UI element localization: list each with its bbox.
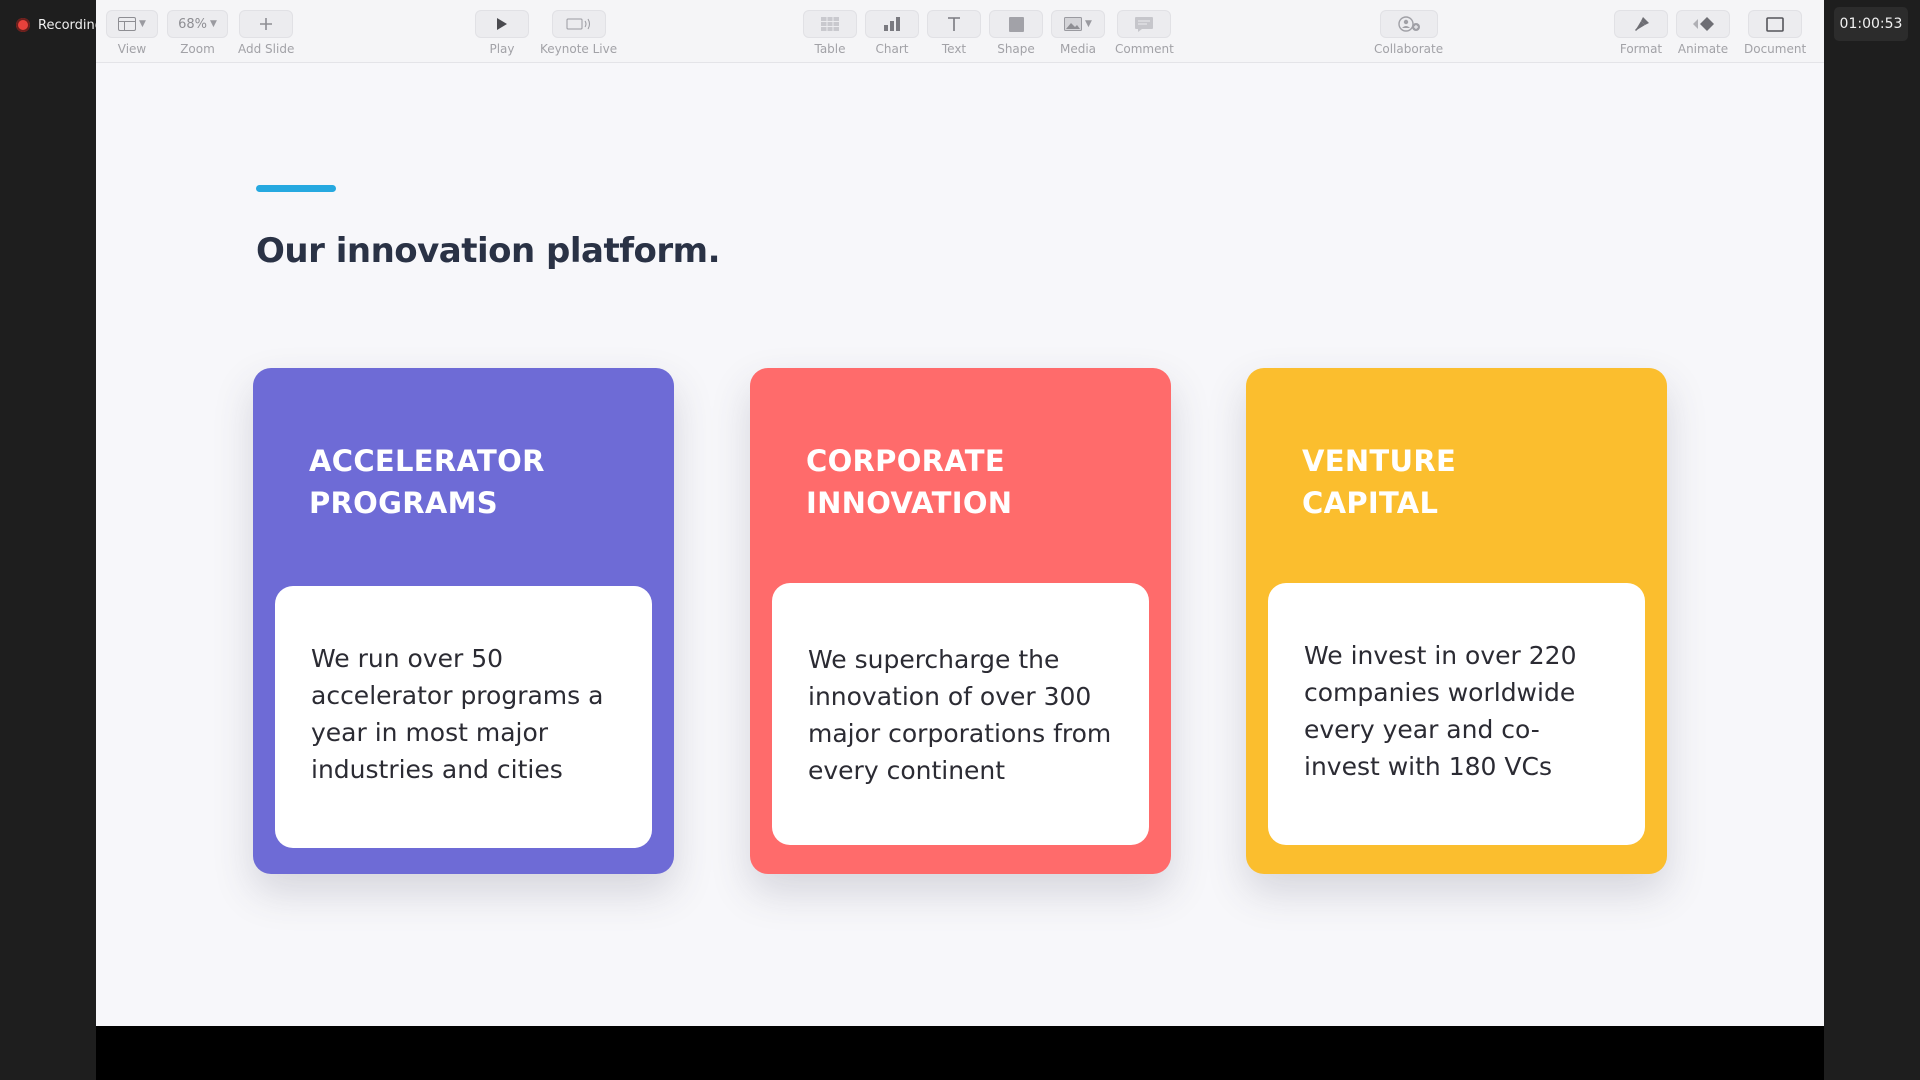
card-title-line-2: CAPITAL (1302, 486, 1439, 520)
play-label: Play (489, 42, 515, 56)
card-title-line-1: ACCELERATOR (309, 444, 545, 478)
animate-button[interactable]: Animate (1676, 10, 1730, 56)
zoom-label: Zoom (180, 42, 215, 56)
chevron-down-icon: ▼ (1085, 19, 1092, 29)
table-icon (821, 17, 839, 31)
card-body: We supercharge the innovation of over 30… (772, 583, 1149, 845)
image-icon (1064, 17, 1083, 31)
play-button[interactable]: Play (475, 10, 529, 56)
chevron-down-icon: ▼ (209, 19, 217, 29)
format-label: Format (1619, 42, 1663, 56)
document-button[interactable]: Document (1744, 10, 1806, 56)
keynote-live-label: Keynote Live (540, 42, 618, 56)
shape-label: Shape (997, 42, 1035, 56)
zoom-value: 68% (178, 16, 207, 32)
card-accelerator-programs[interactable]: ACCELERATOR PROGRAMS We run over 50 acce… (253, 368, 674, 874)
toolbar: ▼ View 68% ▼ Zoom Add Slide Play Keynote… (96, 0, 1824, 63)
square-shape-icon (1008, 16, 1024, 32)
media-button[interactable]: ▼ Media (1051, 10, 1105, 56)
text-label: Text (941, 42, 967, 56)
keynote-window: ▼ View 68% ▼ Zoom Add Slide Play Keynote… (96, 0, 1824, 1026)
recording-indicator[interactable]: Recording (0, 0, 96, 50)
collaborate-person-plus-icon (1397, 16, 1421, 32)
chart-button[interactable]: Chart (865, 10, 919, 56)
card-body: We invest in over 220 companies worldwid… (1268, 583, 1645, 845)
table-button[interactable]: Table (803, 10, 857, 56)
play-icon (496, 17, 508, 31)
slide-canvas[interactable]: Our innovation platform. ACCELERATOR PRO… (96, 63, 1824, 1026)
slide-title: Our innovation platform. (256, 231, 721, 271)
diamond-animate-icon (1692, 17, 1714, 31)
card-title: VENTURE CAPITAL (1302, 440, 1632, 524)
document-label: Document (1744, 42, 1807, 56)
paintbrush-icon (1632, 16, 1650, 32)
keynote-live-button[interactable]: Keynote Live (540, 10, 617, 56)
plus-icon (259, 17, 273, 31)
card-title-line-2: INNOVATION (806, 486, 1013, 520)
animate-label: Animate (1677, 42, 1729, 56)
card-body: We run over 50 accelerator programs a ye… (275, 586, 652, 848)
text-t-icon (947, 16, 961, 32)
text-button[interactable]: Text (927, 10, 981, 56)
card-title-line-1: VENTURE (1302, 444, 1457, 478)
zoom-button[interactable]: 68% ▼ Zoom (167, 10, 228, 56)
card-text: We invest in over 220 companies worldwid… (1304, 641, 1577, 781)
card-title-line-1: CORPORATE (806, 444, 1005, 478)
add-slide-button[interactable]: Add Slide (238, 10, 294, 56)
document-icon (1766, 16, 1784, 32)
format-button[interactable]: Format (1614, 10, 1668, 56)
comment-button[interactable]: Comment (1115, 10, 1174, 56)
comment-label: Comment (1115, 42, 1174, 56)
card-venture-capital[interactable]: VENTURE CAPITAL We invest in over 220 co… (1246, 368, 1667, 874)
card-text: We run over 50 accelerator programs a ye… (311, 644, 604, 784)
bar-chart-icon (883, 17, 901, 31)
view-label: View (117, 42, 147, 56)
media-label: Media (1059, 42, 1097, 56)
recording-label: Recording (38, 17, 96, 33)
collaborate-label: Collaborate (1374, 42, 1444, 56)
broadcast-display-icon (566, 17, 592, 31)
recording-timer: 01:00:53 (1834, 7, 1908, 41)
card-corporate-innovation[interactable]: CORPORATE INNOVATION We supercharge the … (750, 368, 1171, 874)
comment-icon (1135, 16, 1154, 32)
chevron-down-icon: ▼ (139, 19, 146, 29)
table-label: Table (814, 42, 846, 56)
add-slide-label: Add Slide (238, 42, 295, 56)
shape-button[interactable]: Shape (989, 10, 1043, 56)
card-text: We supercharge the innovation of over 30… (808, 645, 1112, 785)
sidebar-layout-icon (118, 17, 137, 31)
record-dot-icon (16, 18, 30, 32)
card-title: ACCELERATOR PROGRAMS (309, 440, 639, 524)
collaborate-button[interactable]: Collaborate (1374, 10, 1443, 56)
chart-label: Chart (875, 42, 909, 56)
letterbox-bar (96, 1026, 1824, 1080)
card-title: CORPORATE INNOVATION (806, 440, 1136, 524)
title-accent-bar (256, 185, 336, 192)
view-button[interactable]: ▼ View (106, 10, 158, 56)
card-title-line-2: PROGRAMS (309, 486, 498, 520)
